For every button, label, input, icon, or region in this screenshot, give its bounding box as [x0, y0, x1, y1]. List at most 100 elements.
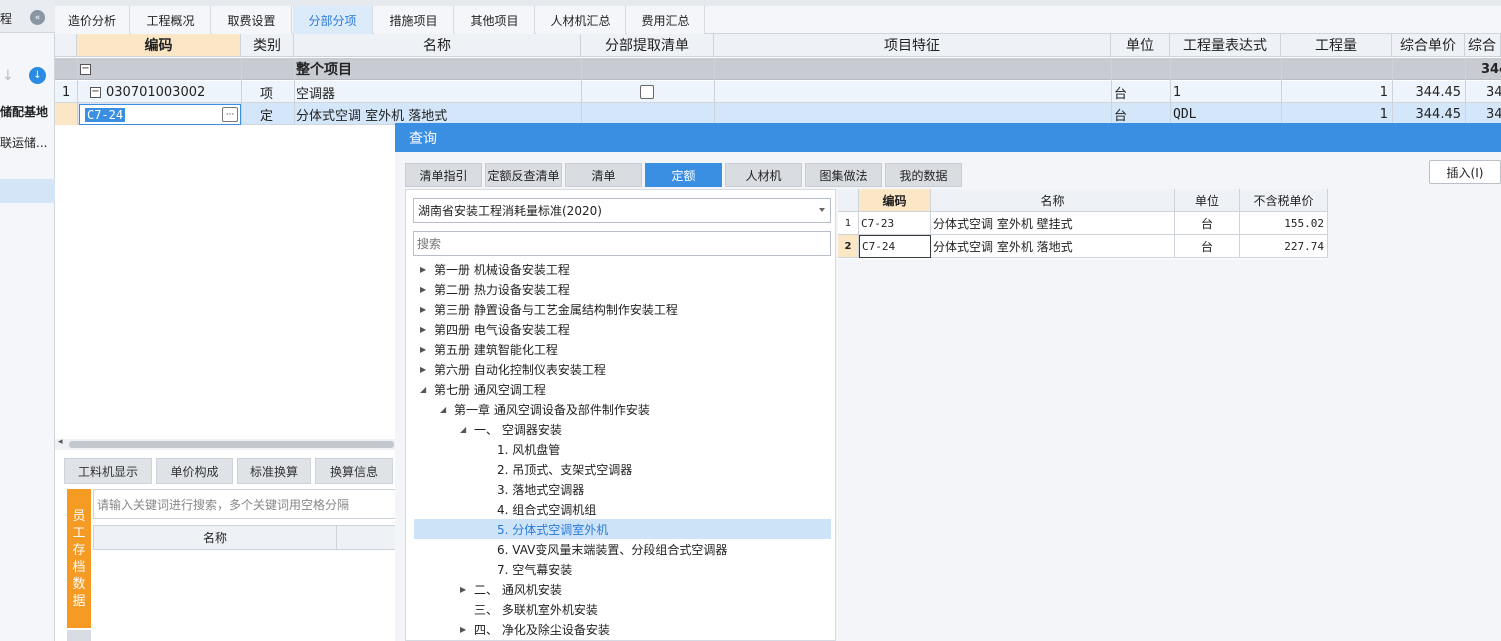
query-dialog-title[interactable]: 查询 — [395, 123, 1501, 152]
employee-archive-tab[interactable]: 员 工 存 档 数 据 — [67, 489, 91, 628]
tree-node[interactable]: ◢ 第七册 通风空调工程 — [420, 379, 546, 399]
result-code[interactable]: C7-24 — [859, 235, 931, 258]
tree-node[interactable]: ▶ 四、 净化及除尘设备安装 — [460, 619, 610, 639]
tree-node[interactable]: 三、 多联机室外机安装 — [474, 599, 598, 619]
tab-project-overview[interactable]: 工程概况 — [131, 6, 211, 34]
tab-other-items[interactable]: 其他项目 — [455, 6, 535, 34]
tree-node[interactable]: ◢ 一、 空调器安装 — [460, 419, 562, 439]
grid-header-unit[interactable]: 单位 — [1111, 34, 1170, 57]
row-expression[interactable]: 1 — [1173, 81, 1181, 103]
expand-arrow-icon[interactable]: ▶ — [420, 365, 434, 374]
tab-fee-settings[interactable]: 取费设置 — [212, 6, 292, 34]
extract-list-checkbox[interactable] — [640, 85, 654, 99]
expand-arrow-icon[interactable]: ▶ — [420, 305, 434, 314]
ellipsis-icon[interactable]: ··· — [222, 107, 238, 122]
row-unit[interactable]: 台 — [1114, 103, 1127, 125]
tab-my-data[interactable]: 我的数据 — [885, 163, 962, 187]
collapse-toggle-icon[interactable]: − — [80, 58, 96, 80]
tree-leaf[interactable]: 2. 吊顶式、支架式空调器 — [497, 459, 632, 479]
result-unit[interactable]: 台 — [1175, 212, 1240, 235]
expand-arrow-icon[interactable]: ▶ — [460, 625, 474, 634]
row-quantity[interactable]: 1 — [1281, 81, 1388, 103]
result-price[interactable]: 155.02 — [1240, 212, 1328, 235]
tree-node[interactable]: ▶ 第五册 建筑智能化工程 — [420, 339, 558, 359]
row-type[interactable]: 定 — [260, 103, 273, 125]
tree-node[interactable]: ▶ 二、 通风机安装 — [460, 579, 562, 599]
row-name[interactable]: 空调器 — [296, 81, 335, 103]
grid-header-features[interactable]: 项目特征 — [714, 34, 1111, 57]
tree-leaf[interactable]: 1. 风机盘管 — [497, 439, 560, 459]
result-name[interactable]: 分体式空调 室外机 落地式 — [931, 235, 1175, 258]
result-header-name[interactable]: 名称 — [931, 189, 1175, 212]
tab-cost-summary[interactable]: 费用汇总 — [627, 6, 705, 34]
chevron-down-icon[interactable] — [819, 208, 825, 212]
tree-leaf[interactable]: 7. 空气幕安装 — [497, 559, 572, 579]
tab-quota-reverse-lookup[interactable]: 定额反查清单 — [485, 163, 562, 187]
tab-list-guide[interactable]: 清单指引 — [405, 163, 482, 187]
tab-bill-list[interactable]: 清单 — [565, 163, 642, 187]
tab-conversion-info[interactable]: 换算信息 — [315, 458, 393, 484]
grid-total-row[interactable] — [55, 58, 1501, 80]
collapse-arrow-icon[interactable]: ◢ — [420, 385, 434, 394]
project-subnode[interactable]: 联运储... — [0, 134, 47, 151]
standard-select[interactable]: 湖南省安装工程消耗量标准(2020) — [413, 198, 831, 223]
download-icon[interactable]: ↓ — [29, 67, 46, 84]
expand-arrow-icon[interactable]: ▶ — [460, 585, 474, 594]
collapse-toggle-icon[interactable]: − — [90, 86, 101, 98]
scroll-left-icon[interactable]: ◂ — [58, 437, 63, 447]
row-expression[interactable]: QDL — [1173, 103, 1196, 125]
secondary-side-tab[interactable] — [67, 630, 91, 641]
row-quantity[interactable]: 1 — [1281, 103, 1388, 125]
result-header-unit[interactable]: 单位 — [1175, 189, 1240, 212]
scrollbar-thumb[interactable] — [69, 441, 394, 448]
tree-leaf[interactable]: 3. 落地式空调器 — [497, 479, 584, 499]
move-down-icon[interactable]: ↓ — [2, 68, 14, 84]
collapse-arrow-icon[interactable]: ◢ — [440, 405, 454, 414]
expand-arrow-icon[interactable]: ▶ — [420, 285, 434, 294]
tab-labor-material-summary[interactable]: 人材机汇总 — [536, 6, 626, 34]
tree-node[interactable]: ▶ 第二册 热力设备安装工程 — [420, 279, 570, 299]
grid-header-code[interactable]: 编码 — [77, 34, 241, 57]
result-code[interactable]: C7-23 — [859, 212, 931, 235]
row-name[interactable]: 分体式空调 室外机 落地式 — [296, 103, 447, 125]
tab-labor-material[interactable]: 人材机 — [725, 163, 802, 187]
tab-measures[interactable]: 措施项目 — [374, 6, 454, 34]
tab-cost-analysis[interactable]: 造价分析 — [55, 6, 130, 34]
tree-node[interactable]: ▶ 第三册 静置设备与工艺金属结构制作安装工程 — [420, 299, 678, 319]
tree-leaf[interactable]: 6. VAV变风量末端装置、分段组合式空调器 — [497, 539, 727, 559]
tree-leaf[interactable]: 4. 组合式空调机组 — [497, 499, 596, 519]
result-unit[interactable]: 台 — [1175, 235, 1240, 258]
result-header-code[interactable]: 编码 — [859, 189, 931, 212]
collapse-icon[interactable]: « — [30, 10, 45, 25]
tab-sections[interactable]: 分部分项 — [293, 6, 373, 34]
row-code-cell[interactable]: −030701003002 — [90, 81, 205, 103]
tree-leaf-selected[interactable]: 5. 分体式空调室外机 — [497, 519, 608, 539]
tab-atlas-method[interactable]: 图集做法 — [805, 163, 882, 187]
grid-header-quantity[interactable]: 工程量 — [1281, 34, 1392, 57]
result-header-price[interactable]: 不含税单价 — [1240, 189, 1328, 212]
tab-quota[interactable]: 定额 — [645, 163, 722, 187]
selected-node[interactable] — [0, 179, 55, 203]
result-price[interactable]: 227.74 — [1240, 235, 1328, 258]
grid-header-extract[interactable]: 分部提取清单 — [581, 34, 714, 57]
tree-node[interactable]: ▶ 第一册 机械设备安装工程 — [420, 259, 570, 279]
tree-node[interactable]: ▶ 第六册 自动化控制仪表安装工程 — [420, 359, 606, 379]
tree-node[interactable]: ▶ 第四册 电气设备安装工程 — [420, 319, 570, 339]
tab-labor-material-display[interactable]: 工料机显示 — [64, 458, 152, 484]
tab-standard-conversion[interactable]: 标准换算 — [237, 458, 311, 484]
expand-arrow-icon[interactable]: ▶ — [420, 325, 434, 334]
collapse-arrow-icon[interactable]: ◢ — [460, 425, 474, 434]
grid-header-expression[interactable]: 工程量表达式 — [1170, 34, 1281, 57]
grid-header-name[interactable]: 名称 — [294, 34, 581, 57]
row-type[interactable]: 项 — [260, 81, 273, 103]
keyword-search-input[interactable]: 请输入关键词进行搜索，多个关键词用空格分隔 — [93, 489, 396, 519]
tree-search-input[interactable]: 搜索 — [413, 231, 831, 256]
project-node[interactable]: 储配基地 — [0, 103, 48, 120]
tab-unit-price-composition[interactable]: 单价构成 — [156, 458, 233, 484]
insert-button[interactable]: 插入(I) — [1429, 160, 1501, 184]
code-edit-field[interactable]: C7-24 ··· — [79, 104, 241, 125]
grid-header-total[interactable]: 综合 — [1465, 34, 1501, 57]
tree-node[interactable]: ◢ 第一章 通风空调设备及部件制作安装 — [440, 399, 650, 419]
detail-header-name[interactable]: 名称 — [94, 526, 337, 549]
grid-header-type[interactable]: 类别 — [241, 34, 294, 57]
